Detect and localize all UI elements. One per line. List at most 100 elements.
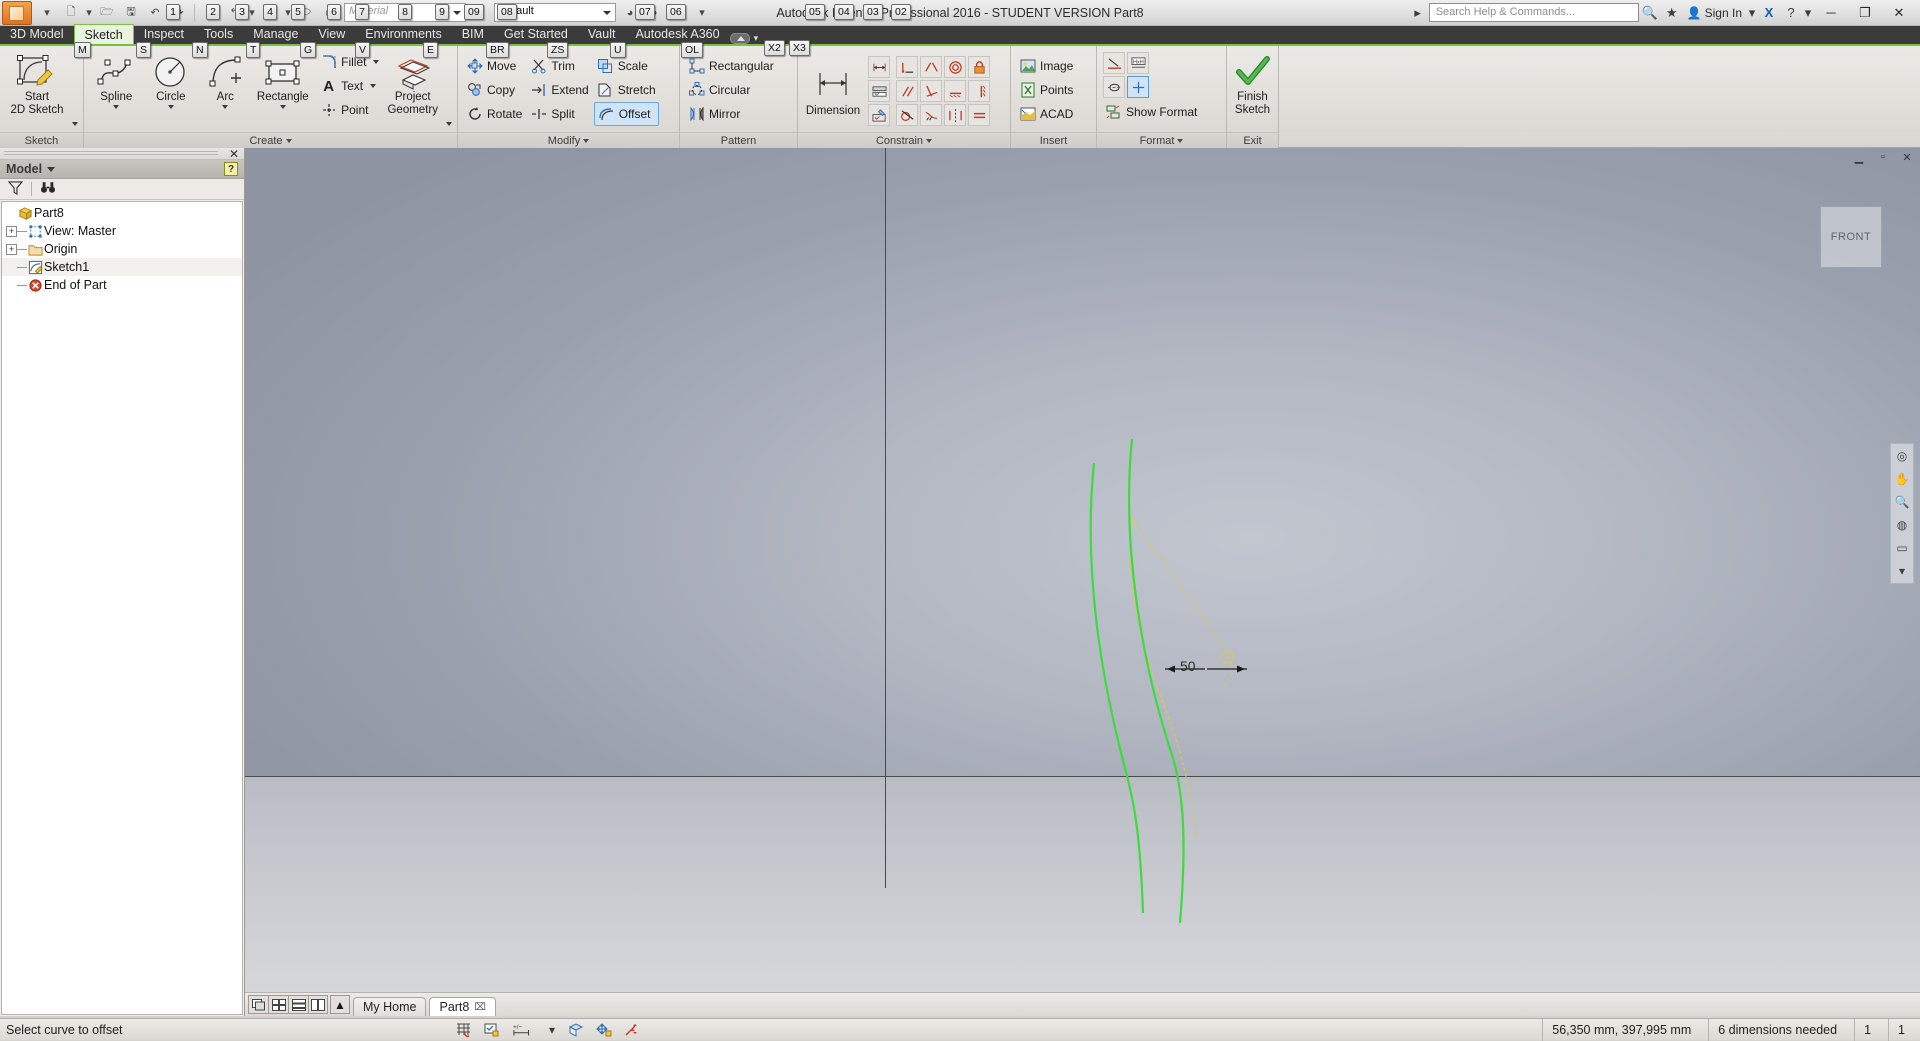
graphics-canvas[interactable]: ▁ ▫ ✕ FRONT ◎ ✋ 🔍 ◍ ▭ ▾	[245, 148, 1920, 1016]
tree-expander-icon[interactable]: +	[6, 244, 17, 255]
constraint-inference-icon[interactable]	[483, 1021, 501, 1039]
model-tree[interactable]: Part8 + View: Master + Origin	[1, 201, 243, 1015]
finish-sketch-button[interactable]: Finish Sketch	[1232, 50, 1273, 117]
save-icon[interactable]: 🖫	[120, 2, 142, 24]
concentric-constraint-icon[interactable]	[944, 56, 966, 78]
fillet-button[interactable]: Fillet	[317, 50, 382, 74]
help-icon[interactable]: ?	[1780, 2, 1802, 24]
favorites-star-icon[interactable]: ★	[1661, 2, 1683, 24]
tree-item-part8[interactable]: Part8	[2, 204, 242, 222]
arc-dropdown-icon[interactable]	[222, 105, 228, 109]
binoculars-icon[interactable]	[40, 180, 56, 198]
undo-icon[interactable]: ↶	[144, 2, 166, 24]
tree-item-sketch1[interactable]: Sketch1	[2, 258, 242, 276]
fix-constraint-icon[interactable]	[968, 56, 990, 78]
circular-pattern-button[interactable]: Circular	[685, 78, 777, 102]
panel-constrain-caret-icon[interactable]	[926, 139, 932, 143]
auto-project-icon[interactable]	[595, 1021, 613, 1039]
dimension-value-label[interactable]: 50	[1180, 658, 1196, 674]
sign-in-dropdown-icon[interactable]: ▾	[1746, 2, 1758, 24]
tree-item-origin[interactable]: + Origin	[2, 240, 242, 258]
ribbon-collapse-control[interactable]: ▾	[730, 33, 767, 44]
qat-customize-icon[interactable]: ▾	[691, 2, 713, 24]
smooth-constraint-icon[interactable]	[920, 104, 942, 126]
application-menu-button[interactable]	[2, 1, 32, 25]
sign-in-button[interactable]: 👤 Sign In	[1683, 6, 1746, 20]
dimension-display-icon[interactable]	[868, 56, 890, 78]
tab-get-started[interactable]: Get Started	[494, 24, 578, 44]
center-point-format-icon[interactable]	[1127, 76, 1149, 98]
panel-modify-caret-icon[interactable]	[583, 139, 589, 143]
text-button[interactable]: A Text	[317, 74, 382, 98]
start-2d-sketch-button[interactable]: Start 2D Sketch	[5, 50, 69, 117]
rectangle-dropdown-icon[interactable]	[280, 105, 286, 109]
maximize-button[interactable]: ❐	[1848, 1, 1882, 25]
document-tab-part8[interactable]: Part8 ⌧	[429, 997, 495, 1016]
new-dropdown-icon[interactable]: ▾	[84, 2, 94, 24]
view-layout-single-icon[interactable]	[248, 995, 268, 1014]
tab-view[interactable]: View	[308, 24, 355, 44]
tree-item-end-of-part[interactable]: End of Part	[2, 276, 242, 294]
acad-button[interactable]: ACAD	[1016, 102, 1076, 126]
dimension-input-dropdown-icon[interactable]: ▾	[547, 1021, 557, 1039]
copy-button[interactable]: Copy	[463, 78, 525, 102]
image-button[interactable]: Image	[1016, 54, 1076, 78]
tab-autodesk-a360[interactable]: Autodesk A360	[625, 24, 729, 44]
pan-icon[interactable]: ✋	[1893, 470, 1911, 488]
zoom-icon[interactable]: 🔍	[1893, 493, 1911, 511]
view-layout-grid-icon[interactable]	[268, 995, 288, 1014]
exchange-apps-icon[interactable]: X	[1758, 2, 1780, 24]
panel-format-caret-icon[interactable]	[1177, 139, 1183, 143]
new-file-icon[interactable]: 🗋	[60, 2, 82, 24]
ribbon-options-caret-icon[interactable]: ▾	[754, 33, 759, 44]
orbit-icon[interactable]: ◍	[1893, 516, 1911, 534]
tangent-constraint-icon[interactable]	[896, 104, 918, 126]
canvas-restore-icon[interactable]: ▫	[1874, 150, 1892, 164]
help-search-icon[interactable]: 🔍	[1639, 2, 1661, 24]
stretch-button[interactable]: Stretch	[594, 78, 659, 102]
arc-button[interactable]: Arc	[198, 50, 253, 109]
symmetric-constraint-icon[interactable]	[944, 104, 966, 126]
tab-environments[interactable]: Environments	[355, 24, 451, 44]
search-expand-icon[interactable]: ▸	[1407, 2, 1429, 24]
tab-scroll-up-icon[interactable]: ▲	[330, 995, 350, 1014]
collinear-constraint-icon[interactable]	[920, 56, 942, 78]
extend-button[interactable]: Extend	[527, 78, 591, 102]
split-button[interactable]: Split	[527, 102, 591, 126]
spline-dropdown-icon[interactable]	[113, 105, 119, 109]
offset-button[interactable]: Offset	[594, 102, 659, 126]
look-at-icon[interactable]: ▭	[1893, 539, 1911, 557]
rotate-button[interactable]: Rotate	[463, 102, 525, 126]
show-format-button[interactable]: Show Format	[1102, 100, 1200, 124]
canvas-window-controls[interactable]: ▁ ▫ ✕	[1850, 150, 1916, 164]
navbar-dropdown-icon[interactable]: ▾	[1893, 562, 1911, 580]
mirror-button[interactable]: Mirror	[685, 102, 777, 126]
status-sketch-tools[interactable]: +/− ▾	[455, 1021, 641, 1039]
spline-button[interactable]: Spline	[89, 50, 144, 109]
horizontal-constraint-icon[interactable]	[944, 80, 966, 102]
minimize-button[interactable]: ─	[1814, 1, 1848, 25]
view-layout-horizontal-icon[interactable]	[288, 995, 308, 1014]
ribbon-minimize-icon[interactable]	[730, 33, 750, 44]
coincident-constraint-icon[interactable]	[896, 56, 918, 78]
constraint-settings-icon[interactable]	[868, 104, 890, 126]
text-dropdown-icon[interactable]	[370, 84, 376, 88]
points-button[interactable]: Points	[1016, 78, 1076, 102]
ribbon-tab-strip[interactable]: 3D Model Sketch Inspect Tools Manage Vie…	[0, 26, 1920, 46]
show-constraints-icon[interactable]	[868, 80, 890, 102]
construction-format-icon[interactable]	[1103, 52, 1125, 74]
search-input[interactable]: Search Help & Commands...	[1429, 3, 1639, 22]
tab-inspect[interactable]: Inspect	[134, 24, 194, 44]
dimension-input-icon[interactable]: +/−	[511, 1021, 537, 1039]
sketch-plane-icon[interactable]	[567, 1021, 585, 1039]
vertical-constraint-icon[interactable]	[968, 80, 990, 102]
tab-3d-model[interactable]: 3D Model	[0, 24, 74, 44]
full-navigation-wheel-icon[interactable]: ◎	[1893, 447, 1911, 465]
tab-sketch[interactable]: Sketch	[74, 24, 134, 44]
tab-tools[interactable]: Tools	[194, 24, 243, 44]
start-2d-sketch-dropdown-icon[interactable]	[72, 122, 78, 132]
rectangle-button[interactable]: Rectangle	[253, 50, 314, 109]
browser-header[interactable]: Model ?	[0, 160, 244, 179]
filter-icon[interactable]	[8, 180, 23, 198]
view-layout-vertical-icon[interactable]	[308, 995, 328, 1014]
